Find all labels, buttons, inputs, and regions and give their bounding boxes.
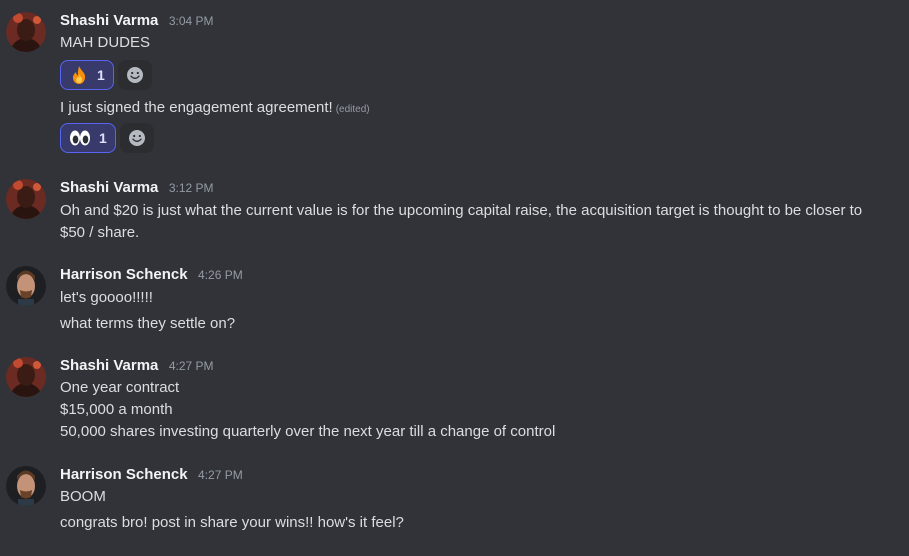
reaction-fire[interactable]: 1	[60, 60, 114, 90]
message-header: Shashi Varma 4:27 PM	[60, 357, 214, 375]
message-text: One year contract	[60, 379, 180, 396]
smiley-icon	[126, 67, 143, 83]
message-text: BOOM	[60, 488, 106, 505]
smiley-icon	[128, 130, 145, 146]
author-name[interactable]: Shashi Varma	[60, 12, 158, 29]
chat-message-list: Shashi Varma 3:04 PM MAH DUDES 1 I just …	[0, 0, 909, 556]
edited-label: (edited)	[335, 104, 370, 115]
reaction-count: 1	[99, 130, 107, 146]
message-text: $50 / share.	[60, 224, 140, 241]
message-header: Shashi Varma 3:04 PM	[60, 12, 214, 30]
reaction-bar: 1	[60, 60, 152, 90]
reaction-count: 1	[97, 67, 105, 83]
fire-emoji-icon	[72, 66, 86, 84]
timestamp: 3:12 PM	[168, 181, 214, 195]
timestamp: 4:26 PM	[198, 268, 243, 282]
message-text: I just signed the engagement agreement!(…	[60, 97, 891, 121]
timestamp: 4:27 PM	[168, 359, 214, 373]
avatar[interactable]	[6, 357, 46, 397]
author-name[interactable]: Harrison Schenck	[60, 266, 188, 283]
author-name[interactable]: Harrison Schenck	[60, 466, 188, 483]
message-text: $15,000 a month	[60, 401, 173, 418]
add-reaction-button[interactable]	[117, 60, 152, 90]
message-header: Shashi Varma 3:12 PM	[60, 179, 214, 197]
avatar[interactable]	[6, 266, 46, 306]
author-name[interactable]: Shashi Varma	[60, 357, 158, 374]
message-text: what terms they settle on?	[60, 315, 236, 332]
timestamp: 3:04 PM	[168, 14, 214, 28]
message-text: let's goooo!!!!!	[60, 289, 153, 306]
reaction-eyes[interactable]: 1	[60, 123, 116, 153]
author-name[interactable]: Shashi Varma	[60, 179, 158, 196]
timestamp: 4:27 PM	[198, 468, 243, 482]
avatar[interactable]	[6, 179, 46, 219]
message-text: 50,000 shares investing quarterly over t…	[60, 423, 556, 440]
avatar[interactable]	[6, 12, 46, 52]
add-reaction-button[interactable]	[119, 123, 154, 153]
message-header: Harrison Schenck 4:27 PM	[60, 466, 243, 484]
avatar[interactable]	[6, 466, 46, 506]
eyes-emoji-icon	[70, 130, 90, 146]
message-body: I just signed the engagement agreement!	[60, 99, 333, 116]
message-text: congrats bro! post in share your wins!! …	[60, 514, 404, 531]
message-text: Oh and $20 is just what the current valu…	[60, 202, 863, 219]
message-header: Harrison Schenck 4:26 PM	[60, 266, 243, 284]
message-text: MAH DUDES	[60, 34, 151, 51]
reaction-bar: 1	[60, 123, 154, 153]
